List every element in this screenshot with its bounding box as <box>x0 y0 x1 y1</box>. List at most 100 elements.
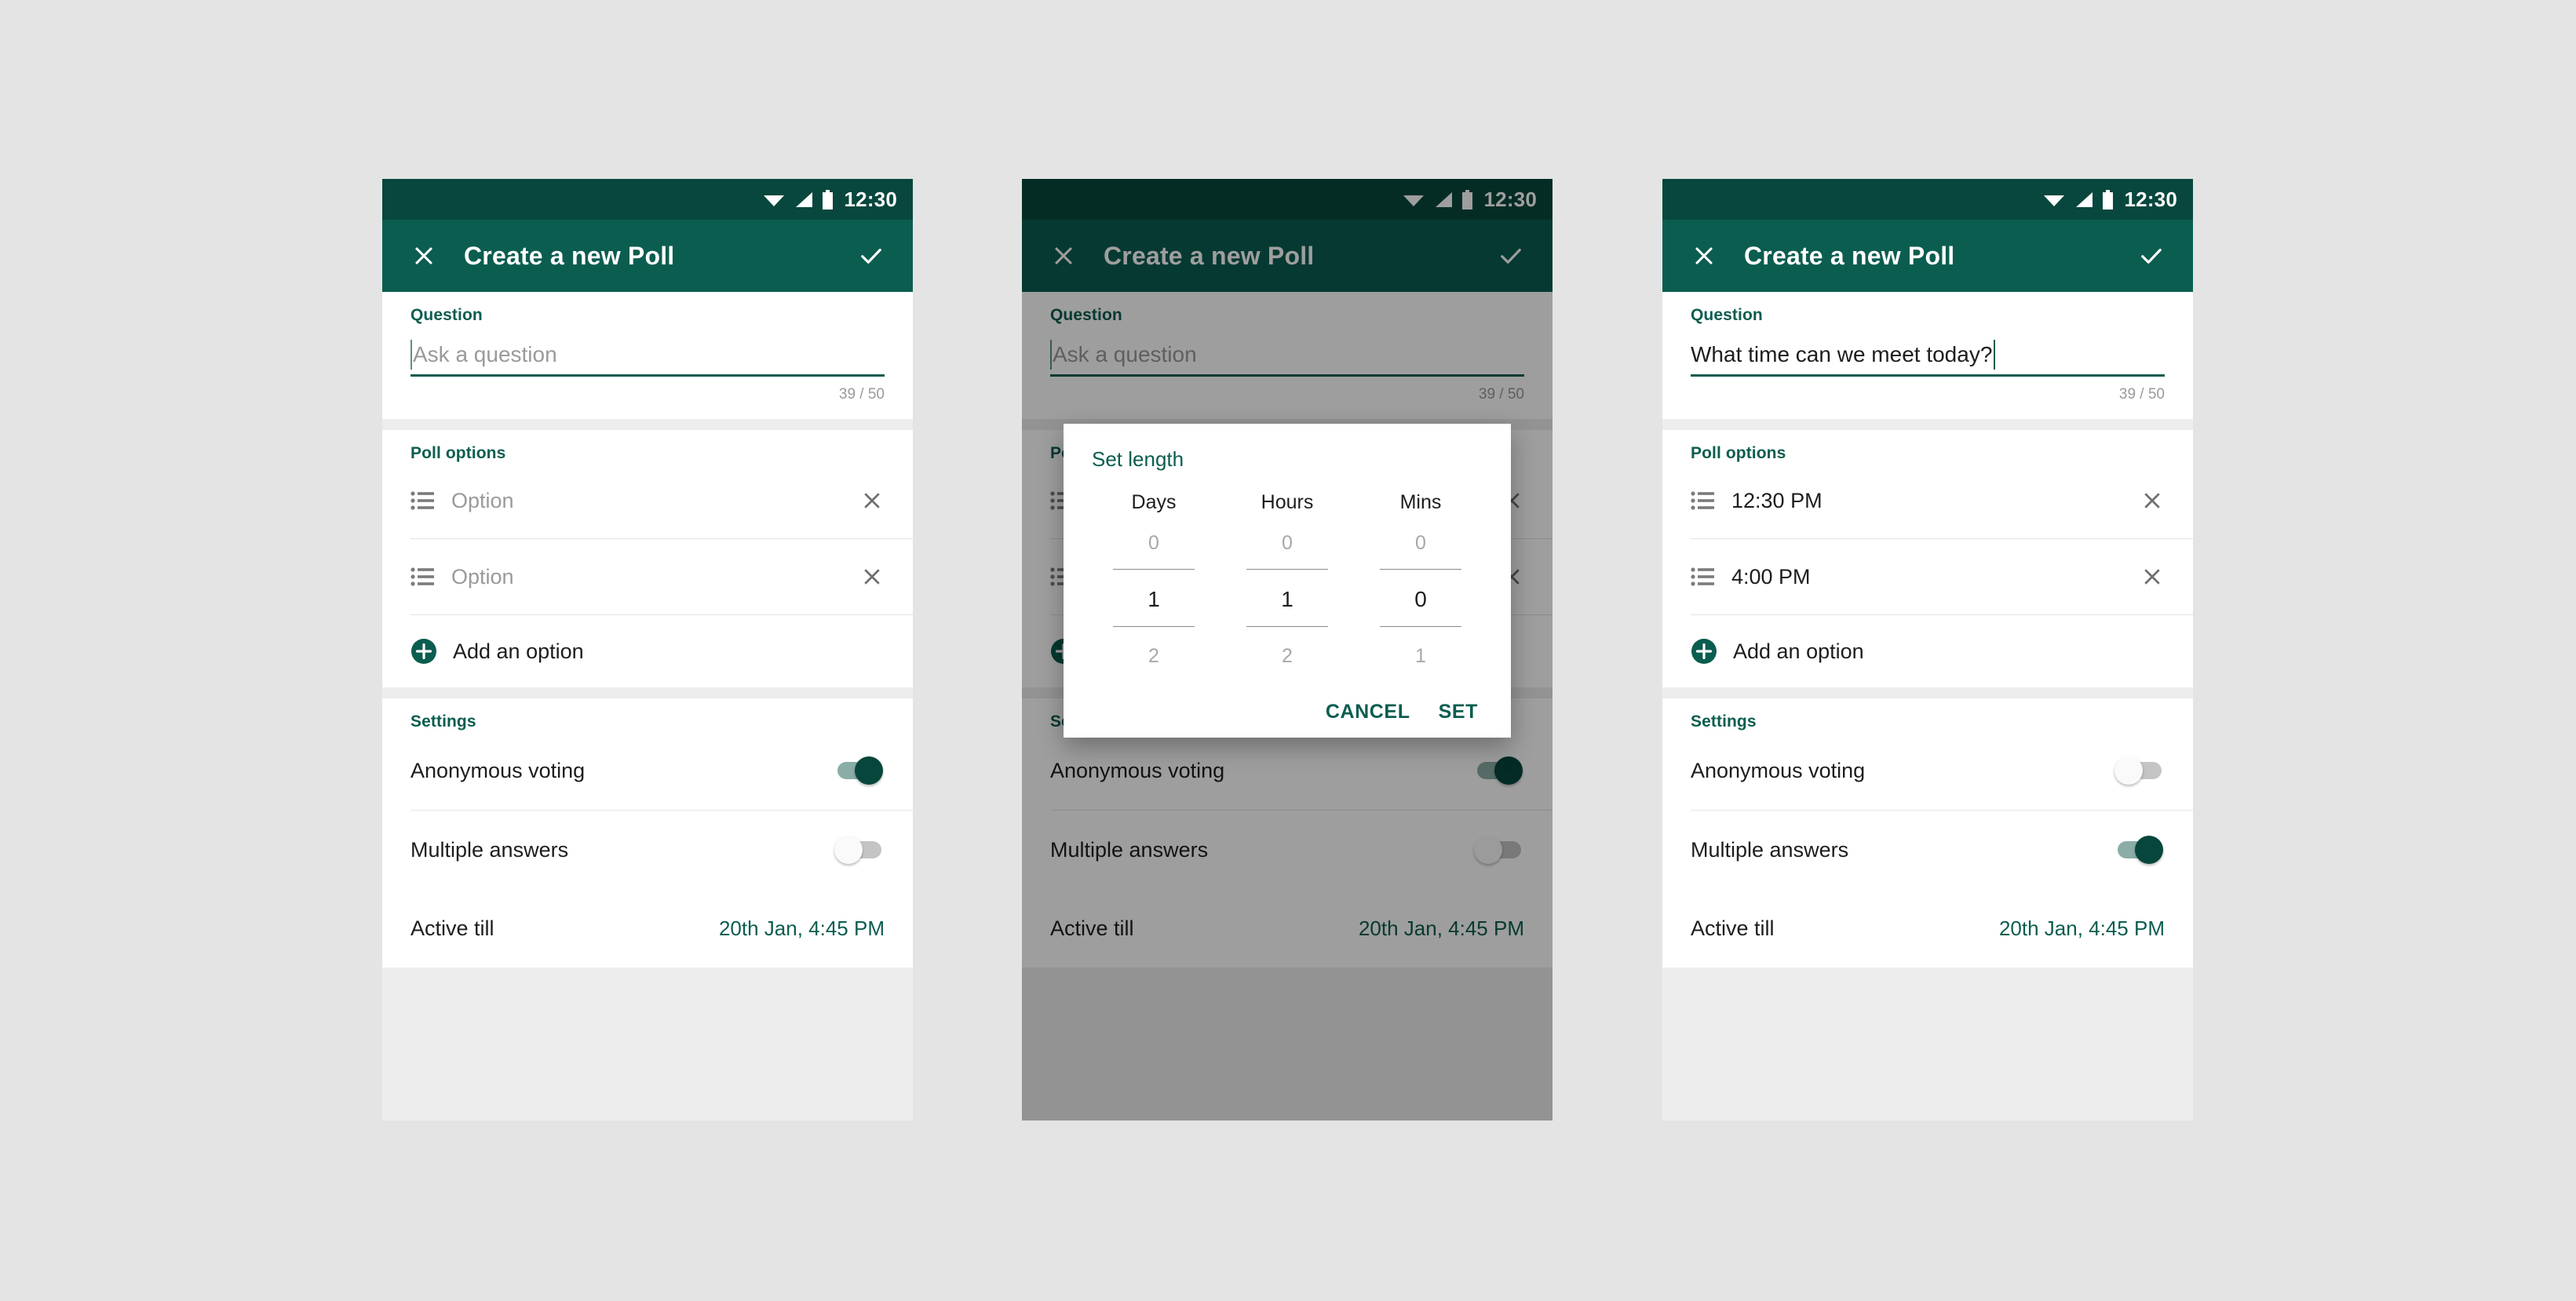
reorder-list-icon[interactable] <box>410 490 434 511</box>
poll-option-row[interactable]: Option <box>382 539 913 614</box>
setting-anonymous-voting[interactable]: Anonymous voting <box>1022 731 1553 810</box>
question-value: What time can we meet today? <box>1691 341 1993 366</box>
confirm-button[interactable] <box>2129 233 2174 279</box>
picker-next-value[interactable]: 1 <box>1415 643 1426 669</box>
setting-multiple-answers[interactable]: Multiple answers <box>382 811 913 889</box>
picker-previous-value[interactable]: 0 <box>1415 530 1426 556</box>
question-card: Question Ask a question 39 / 50 <box>382 292 913 419</box>
poll-option-input[interactable]: 4:00 PM <box>1731 566 2135 588</box>
setting-active-till[interactable]: Active till 20th Jan, 4:45 PM <box>1022 889 1553 968</box>
reorder-list-icon[interactable] <box>410 567 434 587</box>
picker-header: Days <box>1131 491 1177 513</box>
close-icon <box>864 569 880 585</box>
poll-option-row[interactable]: 12:30 PM <box>1662 463 2193 538</box>
question-card: Question Ask a question 39 / 50 <box>1022 292 1553 419</box>
setting-anonymous-voting[interactable]: Anonymous voting <box>1662 731 2193 810</box>
page-title: Create a new Poll <box>464 242 675 270</box>
toggle-thumb <box>2114 756 2143 785</box>
picker-current-value[interactable]: 1 <box>1281 584 1293 615</box>
setting-multiple-answers[interactable]: Multiple answers <box>1662 811 2193 889</box>
check-icon <box>861 248 881 264</box>
wifi-icon <box>763 195 784 206</box>
reorder-list-icon[interactable] <box>1691 567 1714 587</box>
close-button[interactable] <box>1041 233 1086 279</box>
picker-header: Hours <box>1261 491 1314 513</box>
mins-picker[interactable]: Mins 0 0 1 <box>1354 493 1487 669</box>
question-label: Question <box>410 306 483 324</box>
multiple-answers-toggle[interactable] <box>834 834 885 866</box>
picker-current-value[interactable]: 1 <box>1148 584 1160 615</box>
cancel-button[interactable]: CANCEL <box>1326 702 1410 722</box>
add-option-button[interactable]: Add an option <box>1662 615 2193 687</box>
poll-option-input[interactable]: Option <box>451 566 855 588</box>
question-input[interactable]: Ask a question <box>1050 334 1524 377</box>
active-till-value[interactable]: 20th Jan, 4:45 PM <box>1999 918 2165 938</box>
poll-option-row[interactable]: 4:00 PM <box>1662 539 2193 614</box>
settings-label: Settings <box>410 712 476 731</box>
check-icon <box>1501 248 1521 264</box>
remove-option-button[interactable] <box>855 559 889 594</box>
setting-active-till[interactable]: Active till 20th Jan, 4:45 PM <box>382 889 913 968</box>
active-till-value[interactable]: 20th Jan, 4:45 PM <box>1359 918 1524 938</box>
check-icon <box>2141 248 2162 264</box>
signal-icon <box>795 191 812 207</box>
active-till-value[interactable]: 20th Jan, 4:45 PM <box>719 918 885 938</box>
signal-icon <box>1435 191 1452 207</box>
toggle-thumb <box>2135 836 2163 864</box>
setting-label: Multiple answers <box>1050 837 1209 862</box>
poll-option-row[interactable]: Option <box>382 463 913 538</box>
picker-current-value[interactable]: 0 <box>1414 584 1427 615</box>
close-button[interactable] <box>1681 233 1727 279</box>
question-placeholder: Ask a question <box>1053 341 1197 366</box>
confirm-button[interactable] <box>848 233 894 279</box>
hours-picker[interactable]: Hours 0 1 2 <box>1220 493 1354 669</box>
reorder-list-icon[interactable] <box>1691 490 1714 511</box>
app-toolbar: Create a new Poll <box>1662 220 2193 292</box>
close-icon <box>1055 247 1072 264</box>
set-length-dialog: Set length Days 0 1 2 Hours 0 1 2 Mins 0… <box>1064 424 1511 738</box>
days-picker[interactable]: Days 0 1 2 <box>1087 493 1220 669</box>
phone-panel-set-length-dialog: 12:30 Create a new Poll Question Ask a q… <box>1022 179 1553 1121</box>
question-label: Question <box>1050 306 1122 324</box>
setting-active-till[interactable]: Active till 20th Jan, 4:45 PM <box>1662 889 2193 968</box>
poll-option-input[interactable]: Option <box>451 490 855 512</box>
add-option-button[interactable]: Add an option <box>382 615 913 687</box>
close-icon <box>415 247 432 264</box>
question-input[interactable]: Ask a question <box>410 334 885 377</box>
picker-next-value[interactable]: 2 <box>1282 643 1293 669</box>
multiple-answers-toggle[interactable] <box>2116 834 2165 866</box>
close-button[interactable] <box>401 233 447 279</box>
remove-option-button[interactable] <box>855 483 889 518</box>
text-caret <box>410 339 412 370</box>
picker-separator <box>1380 626 1461 627</box>
dialog-actions: CANCEL SET <box>1087 702 1487 722</box>
setting-label: Anonymous voting <box>1050 758 1225 782</box>
picker-next-value[interactable]: 2 <box>1148 643 1159 669</box>
picker-previous-value[interactable]: 0 <box>1148 530 1159 556</box>
plus-circle-icon <box>411 639 436 664</box>
toggle-thumb <box>834 836 863 864</box>
setting-anonymous-voting[interactable]: Anonymous voting <box>382 731 913 810</box>
question-input[interactable]: What time can we meet today? <box>1691 334 2165 377</box>
status-bar: 12:30 <box>382 179 913 220</box>
signal-icon <box>2075 191 2093 207</box>
anonymous-voting-toggle[interactable] <box>836 755 885 786</box>
setting-label: Anonymous voting <box>410 758 586 782</box>
app-toolbar: Create a new Poll <box>382 220 913 292</box>
text-caret <box>1050 339 1052 370</box>
multiple-answers-toggle[interactable] <box>1474 834 1524 866</box>
section-gap <box>382 687 913 698</box>
wifi-icon <box>1403 195 1424 206</box>
add-option-label: Add an option <box>1733 639 1864 663</box>
set-button[interactable]: SET <box>1439 702 1478 722</box>
remove-option-button[interactable] <box>2135 559 2169 594</box>
remove-option-button[interactable] <box>2135 483 2169 518</box>
picker-previous-value[interactable]: 0 <box>1282 530 1293 556</box>
wifi-icon <box>2043 195 2064 206</box>
confirm-button[interactable] <box>1488 233 1534 279</box>
section-gap <box>1662 419 2193 430</box>
setting-multiple-answers[interactable]: Multiple answers <box>1022 811 1553 889</box>
anonymous-voting-toggle[interactable] <box>2114 755 2165 786</box>
poll-option-input[interactable]: 12:30 PM <box>1731 490 2135 512</box>
anonymous-voting-toggle[interactable] <box>1476 755 1524 786</box>
